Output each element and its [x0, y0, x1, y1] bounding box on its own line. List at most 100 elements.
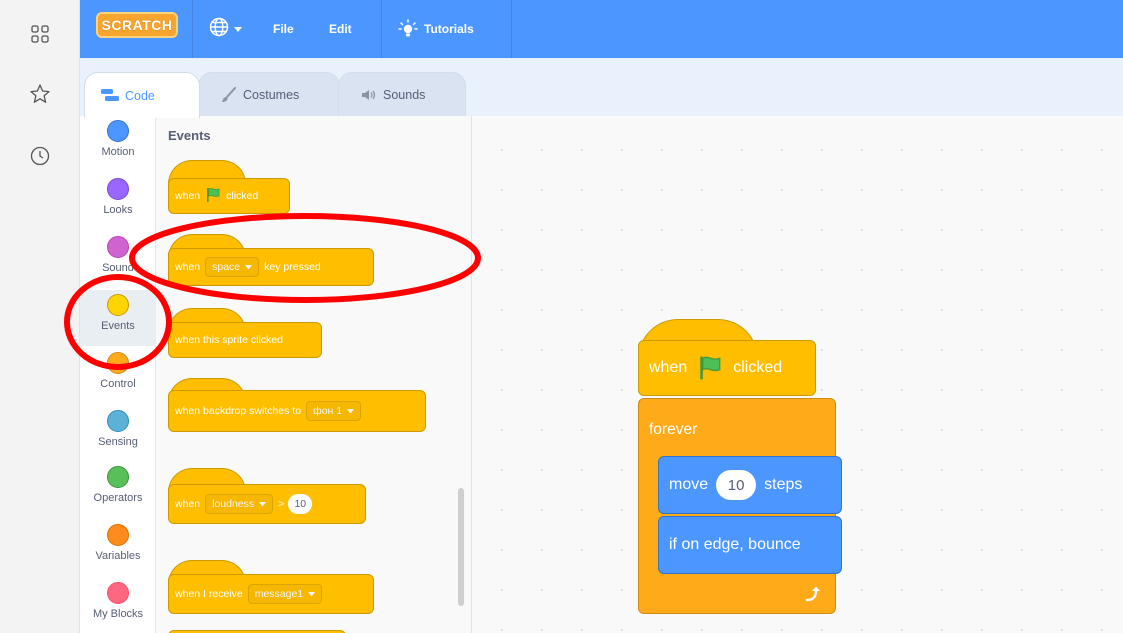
palette-block-when-i-receive[interactable]: when I receive message1 — [168, 574, 374, 614]
forever-label: forever — [649, 421, 698, 438]
palette-block-when-flag-clicked[interactable]: when clicked — [168, 178, 290, 214]
block-categories: Motion Looks Sound Events Control Sensin… — [80, 116, 156, 633]
category-color-dot — [107, 410, 129, 432]
dropdown-value: loudness — [212, 498, 255, 510]
block-text: > — [278, 498, 285, 510]
green-flag-icon — [697, 355, 723, 381]
favorites-star-icon[interactable] — [28, 82, 52, 106]
key-dropdown[interactable]: space — [205, 257, 260, 277]
block-text: move — [669, 476, 709, 493]
globe-icon — [208, 16, 230, 43]
category-color-dot — [107, 236, 129, 258]
block-text: when — [175, 190, 201, 202]
block-text: when this sprite clicked — [175, 334, 283, 346]
language-menu[interactable] — [208, 16, 258, 43]
category-sensing[interactable]: Sensing — [80, 406, 156, 462]
category-color-dot — [107, 352, 129, 374]
category-label: Looks — [103, 204, 133, 216]
history-clock-icon[interactable] — [28, 144, 52, 168]
sensor-dropdown[interactable]: loudness — [205, 494, 274, 514]
block-text: clicked — [733, 359, 783, 376]
chevron-down-icon — [245, 264, 253, 270]
file-menu[interactable]: File — [273, 0, 294, 58]
category-color-dot — [107, 178, 129, 200]
paintbrush-icon — [221, 86, 237, 103]
dropdown-value: фон 1 — [313, 405, 343, 417]
block-text: when I receive — [175, 588, 243, 600]
category-label: Events — [101, 320, 135, 332]
loudness-value-input[interactable]: 10 — [288, 494, 313, 514]
apps-grid-icon[interactable] — [28, 22, 52, 46]
browser-side-rail — [0, 0, 80, 633]
block-text: when — [175, 498, 201, 510]
chevron-down-icon — [347, 408, 355, 414]
palette-block-when-sprite-clicked[interactable]: when this sprite clicked — [168, 322, 322, 358]
category-looks[interactable]: Looks — [80, 174, 156, 230]
dropdown-value: space — [212, 261, 241, 273]
block-text: if on edge, bounce — [669, 536, 801, 553]
chevron-down-icon — [308, 591, 316, 597]
block-text: when — [175, 261, 201, 273]
chevron-down-icon — [259, 501, 267, 507]
menu-divider — [192, 0, 193, 58]
category-variables[interactable]: Variables — [80, 520, 156, 576]
palette-section-title: Events — [168, 128, 211, 143]
tab-code[interactable]: Code — [84, 72, 200, 118]
chevron-down-icon — [234, 20, 242, 38]
tab-code-label: Code — [125, 88, 155, 103]
palette-block-when-loudness[interactable]: when loudness > 10 — [168, 484, 366, 524]
move-steps-input[interactable]: 10 — [716, 470, 757, 500]
category-label: My Blocks — [92, 608, 144, 620]
green-flag-icon — [205, 187, 221, 206]
category-label: Sound — [102, 262, 134, 274]
category-color-dot — [107, 466, 129, 488]
tab-costumes[interactable]: Costumes — [198, 72, 340, 116]
category-motion[interactable]: Motion — [80, 116, 156, 172]
category-label: Control — [100, 378, 136, 390]
category-events[interactable]: Events — [80, 290, 156, 346]
loop-arrow-icon — [803, 585, 821, 603]
script-workspace[interactable]: when clicked forever move 10 steps if on… — [472, 116, 1123, 633]
menu-divider — [381, 0, 382, 58]
menu-bar: SCRATCH File Edit Tutorials — [80, 0, 1123, 58]
category-color-dot — [107, 294, 129, 316]
block-text: steps — [764, 476, 803, 493]
block-text: when backdrop switches to — [175, 405, 302, 417]
tab-sounds-label: Sounds — [383, 87, 426, 102]
category-operators[interactable]: Operators — [80, 462, 156, 518]
category-color-dot — [107, 582, 129, 604]
menu-divider — [511, 0, 512, 58]
dropdown-value: message1 — [254, 588, 304, 600]
category-color-dot — [107, 524, 129, 546]
script-when-flag-clicked[interactable]: when clicked — [638, 340, 816, 396]
category-label: Motion — [101, 146, 135, 158]
tab-costumes-label: Costumes — [243, 87, 300, 102]
editor-tab-strip: Code Costumes Sounds — [80, 58, 1123, 118]
backdrop-dropdown[interactable]: фон 1 — [306, 401, 362, 421]
category-label: Operators — [93, 492, 143, 504]
tab-sounds[interactable]: Sounds — [338, 72, 466, 116]
palette-scrollbar[interactable] — [458, 488, 464, 606]
block-palette: Events when clicked when space key press… — [156, 116, 472, 633]
block-text: when — [649, 359, 688, 376]
script-if-on-edge-bounce[interactable]: if on edge, bounce — [658, 516, 842, 574]
category-label: Variables — [95, 550, 141, 562]
category-control[interactable]: Control — [80, 348, 156, 404]
message-dropdown[interactable]: message1 — [247, 584, 323, 604]
edit-menu[interactable]: Edit — [329, 0, 352, 58]
speaker-icon — [361, 88, 377, 102]
code-blocks-icon — [101, 88, 119, 103]
palette-block-when-key-pressed[interactable]: when space key pressed — [168, 248, 374, 286]
palette-block-when-backdrop-switches[interactable]: when backdrop switches to фон 1 — [168, 390, 426, 432]
category-color-dot — [107, 120, 129, 142]
block-text: key pressed — [264, 261, 321, 273]
script-move-steps[interactable]: move 10 steps — [658, 456, 842, 514]
scratch-logo[interactable]: SCRATCH — [96, 12, 178, 38]
lightbulb-icon — [398, 19, 418, 39]
category-sound[interactable]: Sound — [80, 232, 156, 288]
tutorials-menu[interactable]: Tutorials — [398, 0, 474, 58]
scratch-editor: SCRATCH File Edit Tutorials Code Costume… — [0, 0, 1123, 633]
category-label: Sensing — [98, 436, 138, 448]
category-my-blocks[interactable]: My Blocks — [80, 578, 156, 633]
tutorials-label: Tutorials — [424, 22, 474, 36]
